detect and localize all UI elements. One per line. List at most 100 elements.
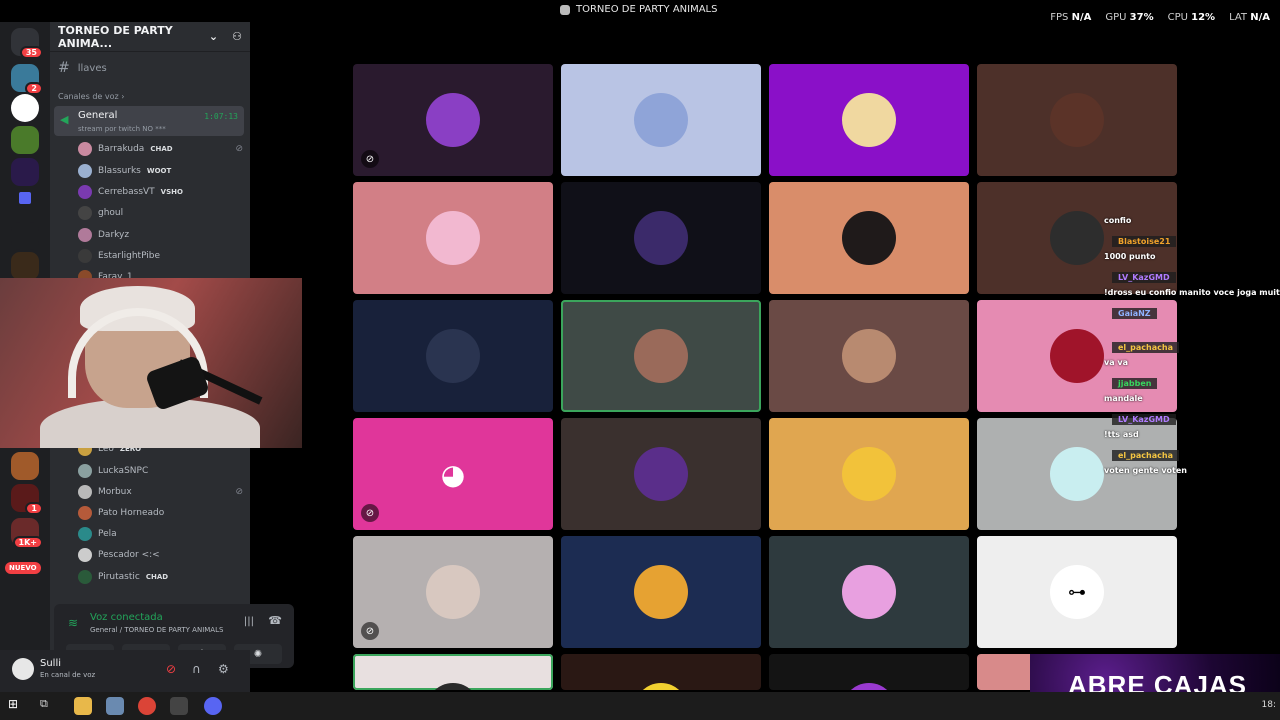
participant-tile[interactable] <box>561 300 761 412</box>
discord-logo-icon: ◕ <box>440 457 466 491</box>
avatar[interactable] <box>12 658 34 680</box>
voice-user[interactable]: CerrebassVT VSHO <box>78 183 243 201</box>
participant-tile[interactable]: ⊘ <box>353 64 553 176</box>
voice-user-name: Pela <box>98 529 117 539</box>
participant-tile[interactable] <box>353 182 553 294</box>
voice-category[interactable]: Canales de voz › <box>58 92 124 101</box>
voice-user-name: LuckaSNPC <box>98 466 149 476</box>
participant-tile[interactable] <box>769 300 969 412</box>
file-explorer-icon[interactable] <box>74 697 92 715</box>
voice-channel-status: stream por twitch NO *** <box>78 125 166 133</box>
voice-channel-general[interactable]: ◀ General stream por twitch NO *** 1:07:… <box>54 106 244 136</box>
screen: TORNEO DE PARTY ANIMALS FPS N/A GPU 37% … <box>0 0 1280 720</box>
server-icon[interactable] <box>11 452 39 480</box>
server-icon[interactable] <box>11 222 39 250</box>
windows-start-icon[interactable]: ⊞ <box>8 697 26 715</box>
participant-tile[interactable] <box>561 64 761 176</box>
soundboard-icon[interactable]: ||| <box>244 616 254 627</box>
mic-muted-icon[interactable]: ⊘ <box>166 662 176 676</box>
chat-username: el_pachacha <box>1112 342 1179 353</box>
voice-user[interactable]: Morbux ⊘ <box>78 483 243 501</box>
chat-message: !tts asd <box>1104 430 1139 439</box>
taskbar: ⊞ ⧉ 18: <box>0 692 1280 720</box>
participant-tile[interactable] <box>561 418 761 530</box>
avatar <box>78 548 92 562</box>
gear-icon[interactable]: ⚙ <box>218 662 229 676</box>
participant-tile[interactable] <box>353 300 553 412</box>
voice-user[interactable]: Darkyz <box>78 226 243 244</box>
participant-tile[interactable] <box>769 182 969 294</box>
participant-tile[interactable] <box>769 536 969 648</box>
voice-user[interactable]: Blassurks WOOT <box>78 162 243 180</box>
chat-message: !dross eu confio manito voce joga muito <box>1104 288 1280 297</box>
participant-avatar <box>842 211 896 265</box>
voice-user-name: Pescador <:< <box>98 550 160 560</box>
participant-avatar <box>842 683 896 690</box>
participant-tile[interactable] <box>561 536 761 648</box>
discord-taskbar-icon[interactable] <box>204 697 222 715</box>
voice-user[interactable]: Pato Horneado <box>78 504 243 522</box>
clock: 18: <box>1261 700 1276 710</box>
avatar <box>78 206 92 220</box>
participant-avatar <box>1050 93 1104 147</box>
camera-off-icon: ⊘ <box>235 487 243 497</box>
chat-username: Blastoise21 <box>1112 236 1177 247</box>
voice-user[interactable]: Pescador <:< <box>78 546 243 564</box>
server-icon[interactable]: 2 <box>11 64 43 95</box>
participant-tile[interactable] <box>561 654 761 690</box>
server-icon-active[interactable] <box>11 94 39 122</box>
server-icon[interactable]: 1 <box>11 484 43 515</box>
avatar <box>78 464 92 478</box>
webcam-overlay <box>0 278 302 448</box>
voice-user[interactable]: Barrakuda CHAD ⊘ <box>78 140 243 158</box>
avatar <box>78 506 92 520</box>
voice-user[interactable]: Pirutastic CHAD <box>78 568 243 586</box>
voice-timer: 1:07:13 <box>204 112 238 121</box>
task-view-icon[interactable]: ⧉ <box>40 697 58 715</box>
server-icon[interactable] <box>11 158 39 186</box>
folder-icon[interactable] <box>19 192 31 204</box>
server-icon[interactable] <box>11 252 39 280</box>
server-icon[interactable]: 1K+ <box>11 518 43 549</box>
participant-tile[interactable] <box>353 654 553 690</box>
chat-message: 1000 punto <box>1104 252 1156 261</box>
chrome-icon[interactable] <box>138 697 156 715</box>
participant-tile[interactable]: ◕ ⊘ <box>353 418 553 530</box>
user-tag: CHAD <box>150 145 173 153</box>
participant-tile[interactable]: ⊘ <box>353 536 553 648</box>
obs-icon[interactable] <box>170 697 188 715</box>
participant-tile[interactable] <box>769 64 969 176</box>
voice-user-name: CerrebassVT <box>98 187 155 197</box>
participant-avatar <box>426 329 480 383</box>
participant-avatar <box>1050 447 1104 501</box>
participant-tile[interactable] <box>769 654 969 690</box>
chevron-down-icon: ⌄ <box>208 30 219 43</box>
signal-icon: ≋ <box>68 616 79 630</box>
chat-message: va va <box>1104 358 1129 367</box>
participant-tile[interactable] <box>561 182 761 294</box>
voice-user[interactable]: Pela <box>78 525 243 543</box>
voice-location[interactable]: General / TORNEO DE PARTY ANIMALS <box>90 626 223 634</box>
mic-muted-icon: ⊘ <box>361 622 379 640</box>
calculator-icon[interactable] <box>106 697 124 715</box>
disconnect-icon[interactable]: ☎ <box>268 614 282 627</box>
participant-avatar <box>1050 329 1104 383</box>
participant-tile[interactable] <box>769 418 969 530</box>
participant-tile[interactable]: ⊶ <box>977 536 1177 648</box>
headphones-icon[interactable]: ∩ <box>192 662 201 676</box>
stat-cpu: CPU 12% <box>1167 12 1216 23</box>
voice-user[interactable]: EstarlightPibe <box>78 247 243 265</box>
voice-status: Voz conectada <box>90 612 163 623</box>
avatar <box>78 228 92 242</box>
voice-user[interactable]: ghoul <box>78 204 243 222</box>
server-badge: 1K+ <box>12 536 43 549</box>
home-button[interactable]: 35 <box>11 28 43 59</box>
server-icon[interactable] <box>11 126 39 154</box>
text-channel[interactable]: # llaves <box>58 60 107 76</box>
user-panel: Sulli En canal de voz ⊘ ∩ ⚙ <box>0 650 250 692</box>
fish-logo-icon: ⊶ <box>1050 565 1104 619</box>
voice-user[interactable]: LuckaSNPC <box>78 462 243 480</box>
add-member-icon[interactable]: ⚇ <box>232 30 242 43</box>
participant-tile[interactable] <box>977 64 1177 176</box>
server-header[interactable]: TORNEO DE PARTY ANIMA... ⌄ ⚇ <box>50 22 250 52</box>
